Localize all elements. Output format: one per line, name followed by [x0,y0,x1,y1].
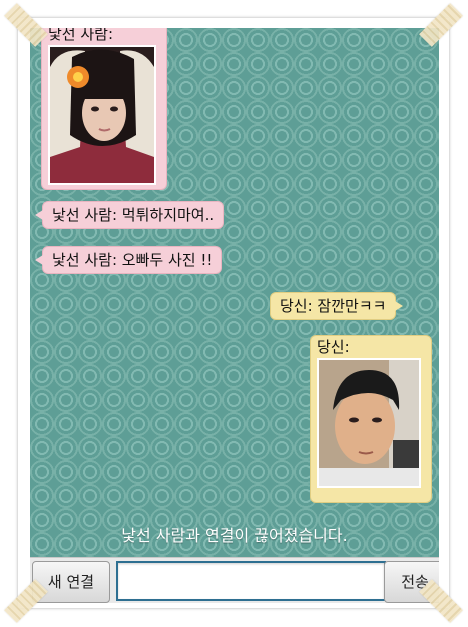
my-message: 당신: 잠깐만ㅋㅋ [270,292,404,320]
stranger-photo-image [50,47,154,183]
my-photo-message: 당신: [310,335,432,503]
stranger-photo[interactable] [48,45,156,185]
my-photo-image [319,360,419,486]
stranger-message: 낯선 사람: 오빠두 사진 !! [34,246,223,274]
chat-screen: 낯선 사람: 낯선 사람: 먹튀하지마여.. 낯선 사람: 오빠두 사진 !! … [30,28,439,603]
photo-frame: 낯선 사람: 낯선 사람: 먹튀하지마여.. 낯선 사람: 오빠두 사진 !! … [4,3,463,623]
stranger-photo-message: 낯선 사람: [41,28,167,190]
connection-status: 낯선 사람과 연결이 끊어졌습니다. [121,526,348,545]
my-photo[interactable] [317,358,421,488]
bottom-bar: 새 연결 전송 [30,557,439,603]
stranger-photo-label: 낯선 사람: [48,28,114,43]
tape-corner [4,3,48,47]
my-photo-label: 당신: [317,338,350,356]
new-connection-button[interactable]: 새 연결 [32,561,110,603]
message-input[interactable] [116,561,386,601]
stranger-message: 낯선 사람: 먹튀하지마여.. [34,201,225,229]
tape-corner [419,3,463,47]
